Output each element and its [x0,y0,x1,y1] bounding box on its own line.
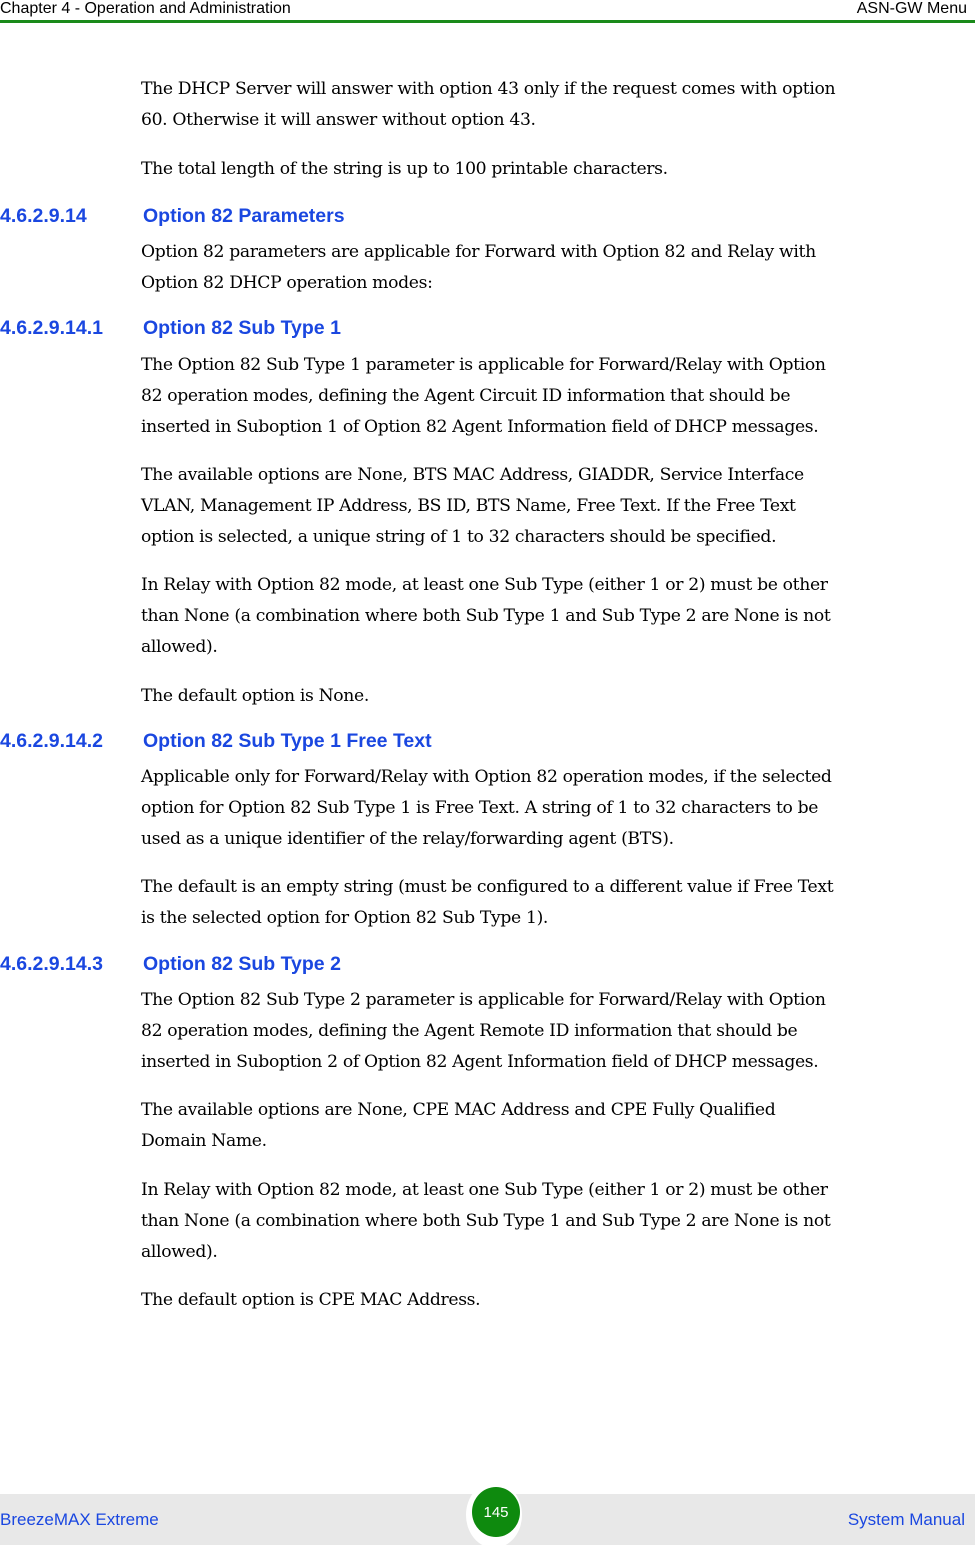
paragraph: The default option is None. [141,681,971,712]
text-line: than None (a combination where both Sub … [141,606,831,626]
paragraph: The Option 82 Sub Type 1 parameter is ap… [141,350,971,443]
text-line: The available options are None, CPE MAC … [141,1100,776,1120]
text-line: 60. Otherwise it will answer without opt… [141,110,536,130]
text-line: is the selected option for Option 82 Sub… [141,908,549,928]
product-name: BreezeMAX Extreme [0,1510,159,1529]
paragraph: In Relay with Option 82 mode, at least o… [141,570,971,663]
text-line: Option 82 DHCP operation modes: [141,273,433,293]
document-type: System Manual [847,1510,965,1529]
text-line: 82 operation modes, defining the Agent R… [141,1021,798,1041]
text-line: Option 82 parameters are applicable for … [141,242,816,262]
section-number: 4.6.2.9.14 [0,205,87,227]
section-number: 4.6.2.9.14.2 [0,730,104,752]
paragraph: The default is an empty string (must be … [141,872,971,934]
section-title-text: Option 82 Parameters [143,205,345,227]
paragraph: The Option 82 Sub Type 2 parameter is ap… [141,985,971,1078]
text-line: The default is an empty string (must be … [141,877,834,897]
text-line: The DHCP Server will answer with option … [141,79,836,99]
text-line: The Option 82 Sub Type 1 parameter is ap… [141,355,826,375]
text-line: The default option is CPE MAC Address. [141,1290,481,1310]
text-line: In Relay with Option 82 mode, at least o… [141,575,828,595]
text-line: inserted in Suboption 2 of Option 82 Age… [141,1052,819,1072]
text-line: used as a unique identifier of the relay… [141,829,674,849]
section-title-text: Option 82 Sub Type 1 Free Text [143,730,432,752]
text-line: than None (a combination where both Sub … [141,1211,831,1231]
text-line: The default option is None. [141,686,369,706]
intro-paragraph-1: The DHCP Server will answer with option … [141,74,971,136]
intro-paragraph-2: The total length of the string is up to … [141,154,971,185]
section-title: ASN-GW Menu [856,0,967,17]
paragraph: The default option is CPE MAC Address. [141,1285,971,1316]
header-divider [0,20,975,23]
text-line: The available options are None, BTS MAC … [141,465,804,485]
text-line: The total length of the string is up to … [141,159,668,179]
section-title-text: Option 82 Sub Type 2 [143,953,341,975]
text-line: Domain Name. [141,1131,267,1151]
text-line: inserted in Suboption 1 of Option 82 Age… [141,417,819,437]
chapter-title: Chapter 4 - Operation and Administration [0,0,291,17]
text-line: VLAN, Management IP Address, BS ID, BTS … [141,496,796,516]
text-line: The Option 82 Sub Type 2 parameter is ap… [141,990,826,1010]
paragraph: The available options are None, BTS MAC … [141,460,971,553]
text-line: Applicable only for Forward/Relay with O… [141,767,832,787]
section-number: 4.6.2.9.14.3 [0,953,104,975]
paragraph: Applicable only for Forward/Relay with O… [141,762,971,855]
text-line: option for Option 82 Sub Type 1 is Free … [141,798,819,818]
paragraph: In Relay with Option 82 mode, at least o… [141,1175,971,1268]
paragraph: Option 82 parameters are applicable for … [141,237,971,299]
text-line: allowed). [141,1242,218,1262]
text-line: 82 operation modes, defining the Agent C… [141,386,791,406]
text-line: option is selected, a unique string of 1… [141,527,777,547]
text-line: In Relay with Option 82 mode, at least o… [141,1180,828,1200]
section-number: 4.6.2.9.14.1 [0,317,104,339]
section-title-text: Option 82 Sub Type 1 [143,317,341,339]
text-line: allowed). [141,637,218,657]
page-number-badge: 145 [472,1487,520,1537]
paragraph: The available options are None, CPE MAC … [141,1095,971,1157]
